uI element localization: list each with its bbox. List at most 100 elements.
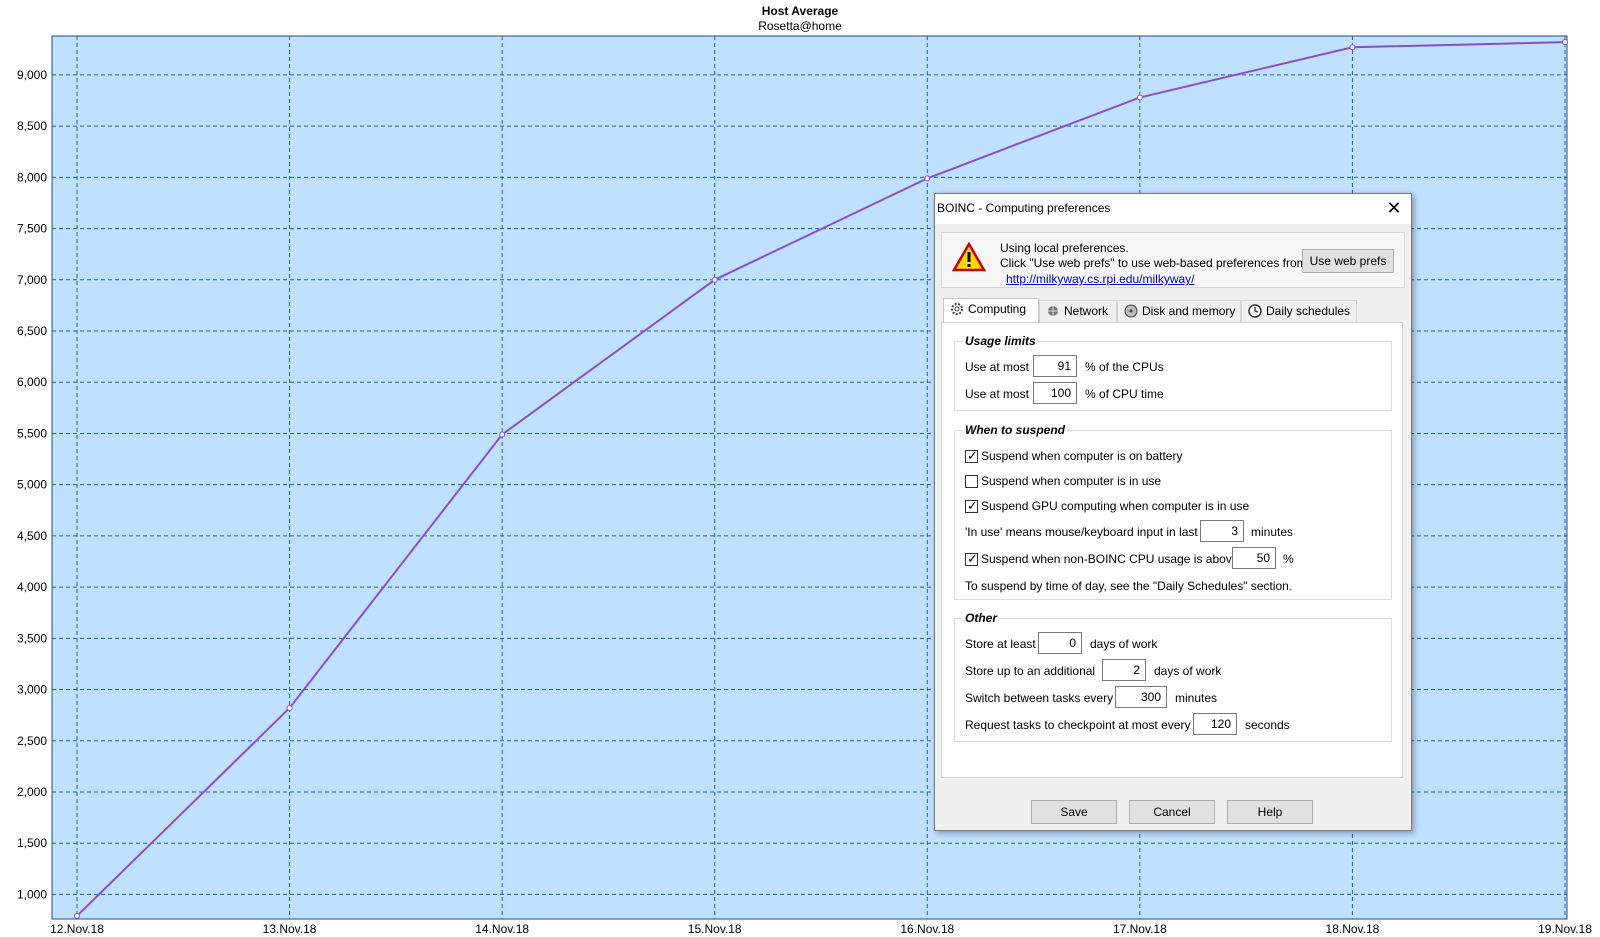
data-point: [286, 704, 293, 711]
y-tick-label: 8,000: [17, 170, 47, 184]
close-button[interactable]: ✕: [1377, 194, 1411, 224]
switch-prefix: Switch between tasks every: [965, 691, 1114, 705]
network-icon: [1048, 306, 1058, 316]
switch-tasks-input[interactable]: 300: [1115, 686, 1167, 708]
usage-limits-title: Usage limits: [963, 334, 1038, 348]
store-add-prefix: Store up to an additional: [965, 664, 1096, 678]
help-button[interactable]: Help: [1227, 800, 1313, 824]
y-tick-label: 6,500: [17, 324, 47, 338]
data-point: [499, 431, 506, 438]
suspend-in-use-checkbox[interactable]: [965, 475, 978, 488]
store-min-suffix: days of work: [1090, 637, 1158, 651]
data-point: [74, 912, 80, 919]
local-prefs-notice: Using local preferences. Click "Use web …: [941, 232, 1405, 288]
usage-limits-group: Usage limits Use at most 91 % of the CPU…: [954, 334, 1392, 411]
dialog-titlebar[interactable]: BOINC - Computing preferences ✕: [935, 194, 1411, 224]
check-mark-icon: ✓: [967, 448, 978, 463]
y-tick-label: 1,500: [17, 836, 47, 850]
data-point: [711, 276, 718, 283]
suspend-gpu-label: Suspend GPU computing when computer is i…: [981, 499, 1250, 513]
data-point: [1562, 39, 1568, 46]
y-tick-label: 6,000: [17, 375, 47, 389]
checkpoint-prefix: Request tasks to checkpoint at most ever…: [965, 718, 1191, 732]
store-add-suffix: days of work: [1154, 664, 1222, 678]
x-tick-label: 13.Nov.18: [263, 922, 317, 936]
suspend-non-boinc-checkbox[interactable]: ✓: [965, 551, 978, 566]
data-point: [1136, 94, 1143, 101]
dialog-title: BOINC - Computing preferences: [937, 201, 1111, 215]
y-tick-label: 2,000: [17, 785, 47, 799]
switch-suffix: minutes: [1175, 691, 1218, 705]
y-tick-label: 7,500: [17, 222, 47, 236]
tab-label: Computing: [968, 302, 1027, 316]
daily-schedule-note: To suspend by time of day, see the "Dail…: [965, 579, 1293, 593]
y-tick-label: 8,500: [17, 119, 47, 133]
y-tick-label: 7,000: [17, 273, 47, 287]
y-tick-label: 9,000: [17, 68, 47, 82]
cpus-suffix: % of the CPUs: [1085, 360, 1164, 374]
x-tick-label: 14.Nov.18: [475, 922, 529, 936]
cpus-prefix: Use at most: [965, 360, 1030, 374]
tab-computing[interactable]: Computing: [943, 298, 1039, 322]
check-mark-icon: ✓: [967, 551, 978, 566]
when-to-suspend-title: When to suspend: [963, 423, 1067, 437]
data-point: [924, 175, 931, 182]
x-tick-label: 12.Nov.18: [50, 922, 104, 936]
gear-icon: [951, 303, 963, 315]
cpu-time-percent-input[interactable]: 100: [1033, 382, 1077, 404]
suspend-on-battery-label: Suspend when computer is on battery: [981, 449, 1183, 463]
tab-label: Disk and memory: [1142, 304, 1236, 318]
warning-icon: [952, 242, 986, 272]
tab-daily-schedules[interactable]: Daily schedules: [1241, 300, 1357, 322]
suspend-gpu-checkbox[interactable]: ✓: [965, 498, 978, 513]
y-tick-label: 3,000: [17, 683, 47, 697]
x-tick-label: 16.Nov.18: [900, 922, 954, 936]
y-tick-label: 2,500: [17, 734, 47, 748]
when-to-suspend-group: When to suspend ✓ Suspend when computer …: [954, 423, 1392, 600]
x-tick-label: 17.Nov.18: [1113, 922, 1167, 936]
data-point: [1349, 44, 1356, 51]
non-boinc-usage-suffix: %: [1283, 552, 1294, 566]
cancel-button[interactable]: Cancel: [1129, 800, 1215, 824]
notice-line-1: Using local preferences.: [1000, 241, 1129, 255]
non-boinc-usage-input[interactable]: 50: [1232, 547, 1276, 569]
suspend-in-use-label: Suspend when computer is in use: [981, 474, 1162, 488]
tab-label: Daily schedules: [1266, 304, 1351, 318]
save-button[interactable]: Save: [1031, 800, 1117, 824]
x-tick-label: 19.Nov.18: [1538, 922, 1592, 936]
tab-label: Network: [1064, 304, 1109, 318]
checkpoint-suffix: seconds: [1245, 718, 1290, 732]
x-tick-label: 18.Nov.18: [1326, 922, 1380, 936]
in-use-minutes-input[interactable]: 3: [1200, 520, 1244, 542]
y-tick-label: 1,000: [17, 887, 47, 901]
y-tick-label: 3,500: [17, 631, 47, 645]
suspend-on-battery-checkbox[interactable]: ✓: [965, 448, 978, 463]
y-tick-label: 4,000: [17, 580, 47, 594]
web-prefs-link[interactable]: http://milkyway.cs.rpi.edu/milkyway/: [1006, 272, 1195, 286]
x-tick-label: 15.Nov.18: [688, 922, 742, 936]
suspend-non-boinc-label: Suspend when non-BOINC CPU usage is abov…: [981, 552, 1239, 566]
store-additional-input[interactable]: 2: [1102, 659, 1146, 681]
notice-line-2: Click "Use web prefs" to use web-based p…: [1000, 256, 1307, 270]
y-tick-label: 5,000: [17, 478, 47, 492]
check-mark-icon: ✓: [967, 498, 978, 513]
other-title: Other: [963, 611, 1000, 625]
computing-preferences-dialog: BOINC - Computing preferences ✕ Using lo…: [934, 193, 1412, 831]
store-min-prefix: Store at least: [965, 637, 1036, 651]
other-group: Other Store at least 0 days of work Stor…: [954, 611, 1392, 742]
tab-disk-and-memory[interactable]: Disk and memory: [1117, 300, 1241, 322]
y-tick-label: 5,500: [17, 426, 47, 440]
cputime-prefix: Use at most: [965, 387, 1030, 401]
cputime-suffix: % of CPU time: [1085, 387, 1164, 401]
checkpoint-seconds-input[interactable]: 120: [1193, 713, 1237, 735]
store-at-least-input[interactable]: 0: [1038, 632, 1082, 654]
cpus-percent-input[interactable]: 91: [1033, 355, 1077, 377]
in-use-definition-prefix: 'In use' means mouse/keyboard input in l…: [965, 525, 1198, 539]
in-use-definition-suffix: minutes: [1251, 525, 1294, 539]
tab-network[interactable]: Network: [1039, 300, 1117, 322]
computing-tab-panel: Usage limits Use at most 91 % of the CPU…: [941, 322, 1403, 778]
use-web-prefs-button[interactable]: Use web prefs: [1302, 249, 1394, 273]
y-tick-label: 4,500: [17, 529, 47, 543]
disk-icon: [1124, 304, 1138, 318]
clock-icon: [1248, 304, 1262, 318]
